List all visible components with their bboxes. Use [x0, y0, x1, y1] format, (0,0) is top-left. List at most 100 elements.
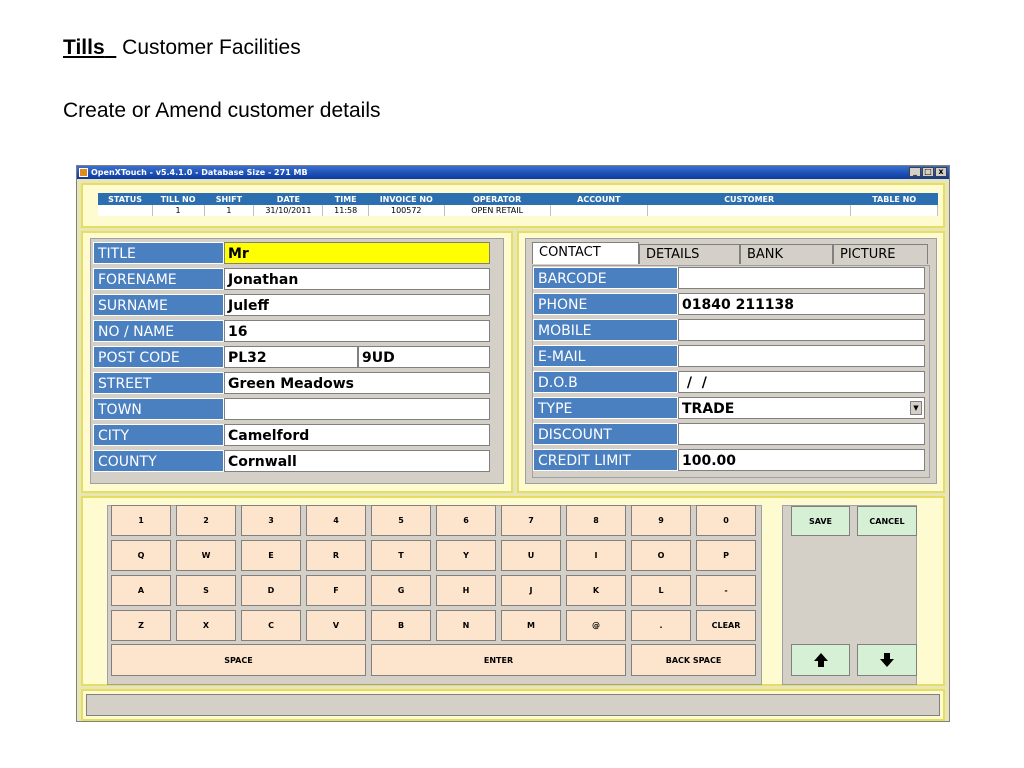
status-header: CUSTOMER	[647, 193, 851, 205]
key[interactable]: 8	[566, 505, 626, 536]
key[interactable]: .	[631, 610, 691, 641]
title-field[interactable]: Mr	[224, 242, 490, 264]
tab-contact[interactable]: CONTACT	[532, 242, 639, 264]
key[interactable]: C	[241, 610, 301, 641]
status-value	[647, 205, 852, 216]
phone-field[interactable]: 01840 211138	[678, 293, 925, 315]
window-titlebar: OpenXTouch - v5.4.1.0 - Database Size - …	[77, 166, 949, 179]
key-enter[interactable]: ENTER	[371, 644, 626, 676]
save-button[interactable]: SAVE	[791, 506, 850, 536]
key[interactable]: O	[631, 540, 691, 571]
discount-field[interactable]	[678, 423, 925, 445]
key[interactable]: 5	[371, 505, 431, 536]
key[interactable]: 1	[111, 505, 171, 536]
bottom-frame	[81, 689, 945, 721]
key[interactable]: 2	[176, 505, 236, 536]
email-field[interactable]	[678, 345, 925, 367]
chevron-down-icon[interactable]: ▼	[910, 401, 922, 415]
key[interactable]: D	[241, 575, 301, 606]
key[interactable]: X	[176, 610, 236, 641]
forename-field[interactable]: Jonathan	[224, 268, 490, 290]
status-value: 31/10/2011	[253, 205, 324, 216]
postcode-part1-field[interactable]: PL32	[224, 346, 358, 368]
type-label: TYPE	[533, 397, 678, 419]
county-field[interactable]: Cornwall	[224, 450, 490, 472]
key[interactable]: N	[436, 610, 496, 641]
key[interactable]: 7	[501, 505, 561, 536]
key[interactable]: H	[436, 575, 496, 606]
status-value: 1	[204, 205, 255, 216]
key[interactable]: K	[566, 575, 626, 606]
arrow-up-icon	[813, 653, 828, 667]
slide-title-rest: Customer Facilities	[122, 36, 301, 59]
key[interactable]: 0	[696, 505, 756, 536]
app-icon	[79, 168, 88, 177]
mobile-label: MOBILE	[533, 319, 678, 341]
dob-label: D.O.B	[533, 371, 678, 393]
mobile-field[interactable]	[678, 319, 925, 341]
key[interactable]: S	[176, 575, 236, 606]
key[interactable]: Y	[436, 540, 496, 571]
barcode-field[interactable]	[678, 267, 925, 289]
bottom-status-bar	[86, 694, 940, 716]
town-field[interactable]	[224, 398, 490, 420]
key[interactable]: L	[631, 575, 691, 606]
postcode-part2-field[interactable]: 9UD	[358, 346, 490, 368]
tab-bank[interactable]: BANK	[740, 244, 833, 264]
key[interactable]: T	[371, 540, 431, 571]
key[interactable]: 4	[306, 505, 366, 536]
street-field[interactable]: Green Meadows	[224, 372, 490, 394]
status-value: 11:58	[322, 205, 369, 216]
county-label: COUNTY	[93, 450, 224, 472]
key[interactable]: A	[111, 575, 171, 606]
key-backspace[interactable]: BACK SPACE	[631, 644, 756, 676]
key[interactable]: P	[696, 540, 756, 571]
key[interactable]: 6	[436, 505, 496, 536]
key[interactable]: E	[241, 540, 301, 571]
key[interactable]: 3	[241, 505, 301, 536]
key[interactable]: B	[371, 610, 431, 641]
maximize-button[interactable]: □	[922, 167, 934, 177]
key-space[interactable]: SPACE	[111, 644, 366, 676]
status-value	[550, 205, 649, 216]
arrow-up-button[interactable]	[791, 644, 850, 676]
key[interactable]: Z	[111, 610, 171, 641]
key[interactable]: -	[696, 575, 756, 606]
key[interactable]: G	[371, 575, 431, 606]
key[interactable]: CLEAR	[696, 610, 756, 641]
key[interactable]: J	[501, 575, 561, 606]
city-label: CITY	[93, 424, 224, 446]
key[interactable]: U	[501, 540, 561, 571]
credit-limit-field[interactable]: 100.00	[678, 449, 925, 471]
close-button[interactable]: x	[935, 167, 947, 177]
key[interactable]: W	[176, 540, 236, 571]
surname-field[interactable]: Juleff	[224, 294, 490, 316]
key[interactable]: V	[306, 610, 366, 641]
key[interactable]: R	[306, 540, 366, 571]
arrow-down-button[interactable]	[857, 644, 917, 676]
surname-label: SURNAME	[93, 294, 224, 316]
key[interactable]: @	[566, 610, 626, 641]
key[interactable]: I	[566, 540, 626, 571]
type-select[interactable]: TRADE ▼	[678, 397, 925, 419]
key[interactable]: M	[501, 610, 561, 641]
arrow-down-icon	[880, 653, 894, 667]
tab-details[interactable]: DETAILS	[639, 244, 740, 264]
forename-label: FORENAME	[93, 268, 224, 290]
key[interactable]: 9	[631, 505, 691, 536]
key[interactable]: F	[306, 575, 366, 606]
cancel-button[interactable]: CANCEL	[857, 506, 917, 536]
status-frame: STATUS TILL NO SHIFT DATE TIME INVOICE N…	[81, 183, 945, 228]
status-header: TILL NO	[152, 193, 204, 205]
slide-title-bold: Tills	[63, 36, 105, 59]
no-name-field[interactable]: 16	[224, 320, 490, 342]
tab-picture[interactable]: PICTURE	[833, 244, 928, 264]
status-header: TIME	[322, 193, 369, 205]
dob-field[interactable]: / /	[678, 371, 925, 393]
key[interactable]: Q	[111, 540, 171, 571]
status-value: 100572	[368, 205, 445, 216]
city-field[interactable]: Camelford	[224, 424, 490, 446]
minimize-button[interactable]: _	[909, 167, 921, 177]
title-label: TITLE	[93, 242, 224, 264]
tab-strip: CONTACT DETAILS BANK PICTURE	[532, 242, 928, 264]
